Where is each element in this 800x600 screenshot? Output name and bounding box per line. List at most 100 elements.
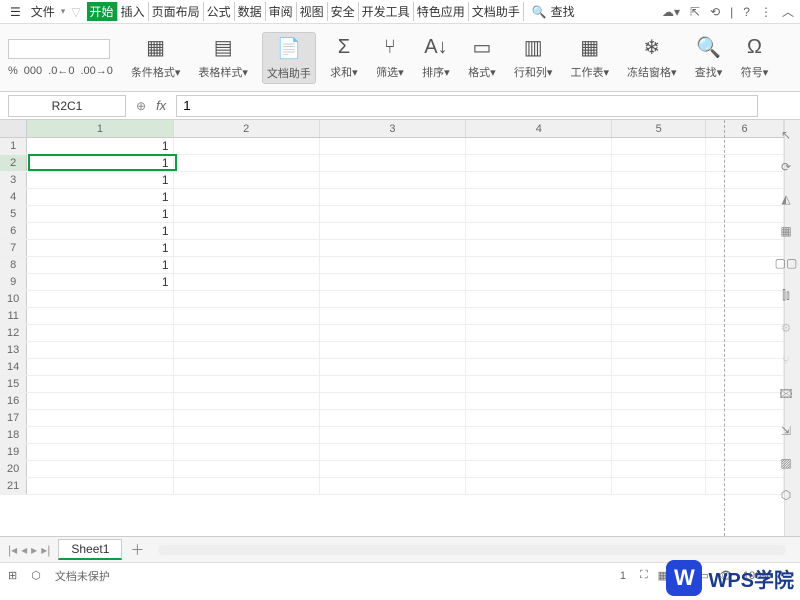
cell-r9c5[interactable] [612,274,706,290]
col-header-1[interactable]: 1 [27,120,173,137]
cell-r14c4[interactable] [466,359,612,375]
cell-r18c3[interactable] [320,427,466,443]
first-sheet-icon[interactable]: |◂ [8,543,17,557]
filter-icon[interactable]: ⑂ [782,353,789,367]
export-icon[interactable]: ⇲ [781,424,791,438]
select-all-corner[interactable] [0,120,27,137]
cell-r4c1[interactable]: 1 [27,189,173,205]
cell-r2c4[interactable] [466,155,612,171]
cell-r5c5[interactable] [612,206,706,222]
refresh-icon[interactable]: ⟳ [781,160,791,174]
cell-r5c3[interactable] [320,206,466,222]
cell-r3c2[interactable] [174,172,320,188]
row-header-2[interactable]: 2 [0,155,27,171]
tab-4[interactable]: 数据 [235,2,266,21]
cell-r8c2[interactable] [174,257,320,273]
row-header-19[interactable]: 19 [0,444,27,460]
cell-r15c4[interactable] [466,376,612,392]
cell-r18c4[interactable] [466,427,612,443]
fullscreen-icon[interactable]: ⛶ [640,569,648,582]
col-header-4[interactable]: 4 [466,120,612,137]
cell-r16c5[interactable] [612,393,706,409]
fx-icon[interactable]: fx [156,98,166,113]
cell-r1c2[interactable] [174,138,320,154]
help-icon[interactable]: ? [743,5,750,19]
apps-icon[interactable]: ▢▢ [775,256,798,270]
cell-r1c4[interactable] [466,138,612,154]
cell-r19c3[interactable] [320,444,466,460]
last-sheet-icon[interactable]: ▸| [41,543,50,557]
cell-r9c2[interactable] [174,274,320,290]
numfmt-3[interactable]: .00→0 [80,65,112,77]
name-box[interactable]: R2C1 [8,95,126,117]
row-header-20[interactable]: 20 [0,461,27,477]
cell-r6c5[interactable] [612,223,706,239]
table-icon[interactable]: ▦ [780,224,791,238]
ribbon-worksheet[interactable]: ▦工作表▾ [566,32,613,84]
cell-r5c1[interactable]: 1 [27,206,173,222]
col-header-2[interactable]: 2 [174,120,320,137]
cell-r3c5[interactable] [612,172,706,188]
cell-r1c5[interactable] [612,138,706,154]
cell-r2c3[interactable] [320,155,466,171]
cell-r6c3[interactable] [320,223,466,239]
cell-r17c1[interactable] [27,410,173,426]
row-header-16[interactable]: 16 [0,393,27,409]
cell-r12c3[interactable] [320,325,466,341]
cell-r11c4[interactable] [466,308,612,324]
menu-icon[interactable]: ☰ [6,3,25,21]
cloud-icon[interactable]: ☁▾ [662,5,680,19]
row-header-21[interactable]: 21 [0,478,27,494]
cell-r7c2[interactable] [174,240,320,256]
layout-icon[interactable]: ⊞ [8,569,17,582]
cell-r16c4[interactable] [466,393,612,409]
row-header-1[interactable]: 1 [0,138,27,154]
cell-r21c3[interactable] [320,478,466,494]
cell-r13c3[interactable] [320,342,466,358]
cell-r19c1[interactable] [27,444,173,460]
cell-r1c1[interactable]: 1 [27,138,173,154]
tab-7[interactable]: 安全 [328,2,359,21]
cell-r7c3[interactable] [320,240,466,256]
ribbon-cond-fmt[interactable]: ▦条件格式▾ [127,32,185,84]
cell-r19c5[interactable] [612,444,706,460]
sheet-tab[interactable]: Sheet1 [58,539,122,560]
cell-r20c4[interactable] [466,461,612,477]
ribbon-format[interactable]: ▭格式▾ [464,32,500,84]
cell-r20c1[interactable] [27,461,173,477]
cell-r14c5[interactable] [612,359,706,375]
cell-r9c4[interactable] [466,274,612,290]
formula-input[interactable] [176,95,758,117]
cell-r3c4[interactable] [466,172,612,188]
ribbon-sort[interactable]: A↓排序▾ [418,32,454,84]
cell-r7c1[interactable]: 1 [27,240,173,256]
ribbon-sum[interactable]: Σ求和▾ [326,32,362,84]
cell-r18c2[interactable] [174,427,320,443]
cell-r5c4[interactable] [466,206,612,222]
shield-icon[interactable]: ⬡ [781,488,791,502]
chart-icon[interactable]: ⫿⫾ [782,288,790,303]
cell-r4c2[interactable] [174,189,320,205]
cell-r15c2[interactable] [174,376,320,392]
cell-r2c2[interactable] [174,155,320,171]
cell-r19c4[interactable] [466,444,612,460]
ribbon-freeze[interactable]: ❄冻结窗格▾ [623,32,681,84]
tab-10[interactable]: 文档助手 [469,2,524,21]
more-icon[interactable]: ⋮ [760,5,772,19]
cell-r17c4[interactable] [466,410,612,426]
ribbon-filter[interactable]: ⑂筛选▾ [372,32,408,84]
settings-icon[interactable]: ⚙ [781,321,792,335]
cell-r21c5[interactable] [612,478,706,494]
fx-expand-icon[interactable]: ⊕ [136,99,146,113]
row-header-11[interactable]: 11 [0,308,27,324]
cell-r13c5[interactable] [612,342,706,358]
cell-r16c1[interactable] [27,393,173,409]
row-header-17[interactable]: 17 [0,410,27,426]
cell-r18c1[interactable] [27,427,173,443]
ribbon-symbol[interactable]: Ω符号▾ [737,32,773,84]
cell-r19c2[interactable] [174,444,320,460]
cell-r10c3[interactable] [320,291,466,307]
tab-9[interactable]: 特色应用 [414,2,469,21]
col-header-3[interactable]: 3 [320,120,466,137]
protect-icon[interactable]: ⬡ [31,569,41,582]
